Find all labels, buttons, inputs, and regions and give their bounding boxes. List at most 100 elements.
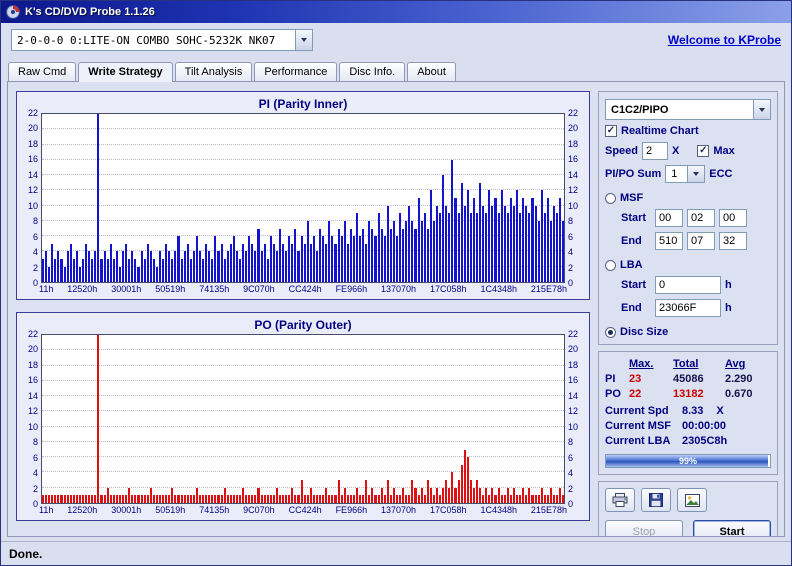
msf-end-min-input[interactable] <box>655 232 683 250</box>
progress-label: 99% <box>606 455 770 467</box>
current-speed-row: Current Spd 8.33 X <box>605 405 771 417</box>
charts-column: PI (Parity Inner) 0246810121416182022 02… <box>16 91 590 527</box>
lba-start-label: Start <box>621 279 651 291</box>
po-chart: PO (Parity Outer) 0246810121416182022 02… <box>16 312 590 521</box>
mode-select-value: C1C2/PIPO <box>606 100 753 119</box>
pipo-sum-label: PI/PO Sum <box>605 168 661 180</box>
po-chart-title: PO (Parity Outer) <box>23 316 583 334</box>
current-lba-label: Current LBA <box>605 435 677 447</box>
title-bar[interactable]: K's CD/DVD Probe 1.1.26 <box>1 1 791 23</box>
lba-start-unit: h <box>725 279 732 291</box>
tab-page: PI (Parity Inner) 0246810121416182022 02… <box>7 81 785 537</box>
image-icon <box>685 494 700 507</box>
pi-yl: 0246810121416182022 <box>23 113 41 283</box>
pi-max-value: 23 <box>629 373 673 385</box>
welcome-link[interactable]: Welcome to KProbe <box>668 33 781 47</box>
pi-total-value: 45086 <box>673 373 725 385</box>
po-xlabels: 11h12520h30001h50519h74135h9C070hCC424hF… <box>39 505 567 518</box>
lba-start-input[interactable] <box>655 276 721 294</box>
po-bars <box>42 335 564 503</box>
mode-select[interactable]: C1C2/PIPO <box>605 99 771 120</box>
app-window: K's CD/DVD Probe 1.1.26 2-0-0-0 0:LITE-O… <box>0 0 792 566</box>
max-speed-checkbox[interactable]: ✓ <box>697 145 709 157</box>
pi-xlabels: 11h12520h30001h50519h74135h9C070hCC424hF… <box>39 284 567 297</box>
tab-tilt-analysis[interactable]: Tilt Analysis <box>175 62 253 81</box>
toolbar: 2-0-0-0 0:LITE-ON COMBO SOHC-5232K NK07 … <box>1 23 791 57</box>
speed-label: Speed <box>605 145 638 157</box>
po-avg-value: 0.670 <box>725 388 771 400</box>
print-button[interactable] <box>605 488 635 512</box>
pipo-sum-value: 1 <box>666 166 687 182</box>
drive-select-dropdown-button[interactable] <box>295 30 312 50</box>
msf-label: MSF <box>620 192 643 204</box>
pi-bars <box>42 114 564 282</box>
msf-start-sec-input[interactable] <box>687 209 715 227</box>
current-lba-value: 2305C8h <box>682 435 727 447</box>
current-speed-value: 8.33 <box>682 405 703 417</box>
speed-input[interactable] <box>642 142 668 160</box>
pipo-sum-select[interactable]: 1 <box>665 165 705 183</box>
stats-panel: Max. Total Avg PI 23 45086 2.290 PO 22 1… <box>598 351 778 475</box>
chevron-down-icon <box>301 38 307 42</box>
po-total-value: 13182 <box>673 388 725 400</box>
msf-radio[interactable] <box>605 193 616 204</box>
po-yr: 0246810121416182022 <box>565 334 583 504</box>
speed-unit-label: X <box>672 145 679 157</box>
max-speed-label: Max <box>713 145 734 157</box>
msf-start-label: Start <box>621 212 651 224</box>
realtime-chart-checkbox[interactable]: ✓ <box>605 125 617 137</box>
pi-chart: PI (Parity Inner) 0246810121416182022 02… <box>16 91 590 300</box>
drive-select-value: 2-0-0-0 0:LITE-ON COMBO SOHC-5232K NK07 <box>12 30 295 50</box>
tab-performance[interactable]: Performance <box>254 62 337 81</box>
ecc-label: ECC <box>709 168 732 180</box>
stats-row-pi-name: PI <box>605 373 629 385</box>
po-plot <box>41 334 565 504</box>
po-max-value: 22 <box>629 388 673 400</box>
current-speed-unit: X <box>716 405 723 417</box>
msf-start-frame-input[interactable] <box>719 209 747 227</box>
po-yl: 0246810121416182022 <box>23 334 41 504</box>
tab-write-strategy[interactable]: Write Strategy <box>78 62 172 82</box>
msf-end-sec-input[interactable] <box>687 232 715 250</box>
status-bar: Done. <box>1 541 791 565</box>
current-speed-label: Current Spd <box>605 405 677 417</box>
side-panel: C1C2/PIPO ✓ Realtime Chart Speed X ✓ Max <box>598 91 778 527</box>
start-button[interactable]: Start <box>693 520 771 537</box>
action-panel: Stop Start <box>598 481 778 537</box>
stats-header-avg: Avg <box>725 358 771 370</box>
chevron-down-icon <box>693 172 699 176</box>
lba-end-input[interactable] <box>655 299 721 317</box>
tab-disc-info[interactable]: Disc Info. <box>339 62 405 81</box>
control-panel: C1C2/PIPO ✓ Realtime Chart Speed X ✓ Max <box>598 91 778 345</box>
status-text: Done. <box>9 547 42 561</box>
progress-bar: 99% <box>605 454 771 468</box>
save-image-button[interactable] <box>677 488 707 512</box>
lba-radio[interactable] <box>605 260 616 271</box>
floppy-disk-icon <box>649 493 663 507</box>
app-icon <box>6 5 20 19</box>
current-msf-row: Current MSF 00:00:00 <box>605 420 771 432</box>
disc-size-label: Disc Size <box>620 326 668 338</box>
realtime-chart-label: Realtime Chart <box>621 125 699 137</box>
stop-button[interactable]: Stop <box>605 520 683 537</box>
stats-row-po-name: PO <box>605 388 629 400</box>
stats-table: Max. Total Avg PI 23 45086 2.290 PO 22 1… <box>605 358 771 400</box>
lba-end-unit: h <box>725 302 732 314</box>
tab-about[interactable]: About <box>407 62 456 81</box>
pipo-sum-dropdown-button[interactable] <box>687 166 704 182</box>
radio-dot <box>608 330 613 335</box>
disc-size-radio[interactable] <box>605 327 616 338</box>
drive-select[interactable]: 2-0-0-0 0:LITE-ON COMBO SOHC-5232K NK07 <box>11 29 313 51</box>
tab-raw-cmd[interactable]: Raw Cmd <box>8 62 76 81</box>
msf-end-label: End <box>621 235 651 247</box>
current-msf-label: Current MSF <box>605 420 677 432</box>
current-lba-row: Current LBA 2305C8h <box>605 435 771 447</box>
save-button[interactable] <box>641 488 671 512</box>
pi-yr: 0246810121416182022 <box>565 113 583 283</box>
mode-select-dropdown-button[interactable] <box>753 100 770 119</box>
lba-end-label: End <box>621 302 651 314</box>
icon-button-row <box>605 488 771 512</box>
tab-strip: Raw Cmd Write Strategy Tilt Analysis Per… <box>1 57 791 81</box>
msf-end-frame-input[interactable] <box>719 232 747 250</box>
msf-start-min-input[interactable] <box>655 209 683 227</box>
